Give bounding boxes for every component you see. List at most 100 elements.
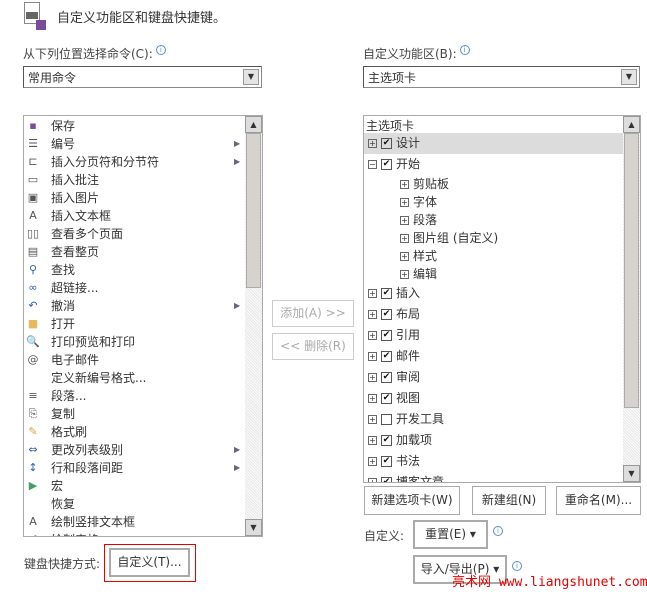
tree-tab-item[interactable]: + 开发工具 [364, 409, 623, 430]
command-item[interactable]: ▭ 插入批注 [24, 171, 246, 189]
expand-icon[interactable]: + [368, 415, 377, 424]
tree-tab-item[interactable]: + ✔ 邮件 [364, 346, 623, 367]
checkbox[interactable]: ✔ [381, 138, 392, 149]
command-item[interactable]: ▯▯ 查看多个页面 [24, 225, 246, 243]
expand-icon[interactable]: + [400, 234, 409, 243]
tree-tab-item[interactable]: + ✔ 引用 [364, 325, 623, 346]
expand-icon[interactable]: + [368, 139, 377, 148]
command-item[interactable]: ↕ 行和段落间距 ▶ [24, 459, 246, 477]
collapse-icon[interactable]: − [368, 160, 377, 169]
expand-icon[interactable]: + [400, 270, 409, 279]
tree-item-label: 编辑 [413, 267, 438, 281]
checkbox[interactable]: ✔ [381, 435, 392, 446]
expand-icon[interactable]: + [368, 373, 377, 382]
checkbox[interactable]: ✔ [381, 351, 392, 362]
command-item[interactable]: ▣ 插入图片 [24, 189, 246, 207]
command-item[interactable]: ▶ 宏 [24, 477, 246, 495]
add-button[interactable]: 添加(A) >> [272, 300, 354, 327]
ribbon-tree[interactable]: 主选项卡 ▲ ▼ + ✔ 设计 − ✔ 开始 + 剪贴板 + 字体 + 段落 + 图片组 (自定义) + 样式… [363, 115, 641, 483]
new-group-button[interactable]: 新建组(N) [472, 486, 546, 515]
tree-group-item[interactable]: + 图片组 (自定义) [364, 229, 623, 247]
checkbox[interactable]: ✔ [381, 288, 392, 299]
command-item[interactable]: A 绘制竖排文本框 [24, 513, 246, 531]
expand-icon[interactable]: + [368, 457, 377, 466]
tree-item-label: 样式 [413, 249, 438, 263]
checkbox[interactable] [381, 414, 392, 425]
chevron-down-icon[interactable]: ▼ [621, 69, 637, 85]
save-icon: ▪ [29, 119, 37, 132]
keyboard-customize-button[interactable]: 自定义(T)... [109, 548, 190, 577]
tree-group-item[interactable]: + 段落 [364, 211, 623, 229]
command-item[interactable]: ↶ 撤消 ▶ [24, 297, 246, 315]
commands-source-dropdown[interactable]: 常用命令 ▼ [23, 66, 262, 88]
dropdown-value: 主选项卡 [368, 71, 417, 85]
expand-icon[interactable]: + [368, 352, 377, 361]
command-item[interactable]: ⎘ 复制 [24, 405, 246, 423]
checkbox[interactable]: ✔ [381, 456, 392, 467]
expand-icon[interactable]: + [368, 478, 377, 482]
tree-group-item[interactable]: + 样式 [364, 247, 623, 265]
command-item[interactable]: @ 电子邮件 [24, 351, 246, 369]
scroll-up-icon[interactable]: ▲ [623, 116, 640, 133]
command-item[interactable]: ∞ 超链接... [24, 279, 246, 297]
scroll-down-icon[interactable]: ▼ [623, 465, 640, 482]
expand-icon[interactable]: + [400, 252, 409, 261]
expand-icon[interactable]: + [368, 436, 377, 445]
reset-button[interactable]: 重置(E) ▾ [413, 520, 488, 549]
scrollbar[interactable]: ▲ ▼ [623, 116, 640, 482]
rename-button[interactable]: 重命名(M)... [556, 486, 641, 515]
tree-tab-item[interactable]: + ✔ 布局 [364, 304, 623, 325]
command-item[interactable]: ⊏ 插入分页符和分节符 ▶ [24, 153, 246, 171]
checkbox[interactable]: ✔ [381, 477, 392, 482]
command-label: 宏 [51, 479, 64, 493]
command-item[interactable]: ≡ 段落... [24, 387, 246, 405]
expand-icon[interactable]: + [400, 216, 409, 225]
tree-tab-item[interactable]: − ✔ 开始 [364, 154, 623, 175]
tree-tab-item[interactable]: + ✔ 博客文章 [364, 472, 623, 482]
scroll-thumb[interactable] [624, 133, 639, 408]
expand-icon[interactable]: + [400, 198, 409, 207]
tree-group-item[interactable]: + 编辑 [364, 265, 623, 283]
tree-tab-item[interactable]: + ✔ 审阅 [364, 367, 623, 388]
tree-tab-item[interactable]: + ✔ 加载项 [364, 430, 623, 451]
tree-tab-item[interactable]: + ✔ 书法 [364, 451, 623, 472]
command-item[interactable]: A 插入文本框 [24, 207, 246, 225]
scroll-up-icon[interactable]: ▲ [245, 116, 262, 133]
expand-icon[interactable]: + [368, 331, 377, 340]
expand-icon[interactable]: + [368, 289, 377, 298]
command-item[interactable]: 🔍 打印预览和打印 [24, 333, 246, 351]
ribbon-dropdown[interactable]: 主选项卡 ▼ [363, 66, 640, 88]
checkbox[interactable]: ✔ [381, 159, 392, 170]
expand-icon[interactable]: + [368, 394, 377, 403]
command-item[interactable]: ■ 打开 [24, 315, 246, 333]
tree-group-item[interactable]: + 剪贴板 [364, 175, 623, 193]
command-item[interactable]: ⇔ 更改列表级别 ▶ [24, 441, 246, 459]
commands-list[interactable]: ▲ ▼ ▪ 保存 ☰ 编号 ▶ ⊏ 插入分页符和分节符 ▶ ▭ 插入批注 ▣ 插入图片 A 插入文本框 ▯▯… [23, 115, 263, 537]
checkbox[interactable]: ✔ [381, 393, 392, 404]
command-item[interactable]: ▪ 保存 [24, 117, 246, 135]
new-tab-button[interactable]: 新建选项卡(W) [364, 486, 460, 515]
command-item[interactable]: ▤ 查看整页 [24, 243, 246, 261]
command-item[interactable]: ✐ 绘制表格 [24, 531, 246, 536]
scroll-down-icon[interactable]: ▼ [245, 519, 262, 536]
tree-tab-item[interactable]: + ✔ 插入 [364, 283, 623, 304]
command-item[interactable]: 定义新编号格式... [24, 369, 246, 387]
expand-icon[interactable]: + [400, 180, 409, 189]
command-item[interactable]: 恢复 [24, 495, 246, 513]
checkbox[interactable]: ✔ [381, 372, 392, 383]
expand-icon[interactable]: + [368, 310, 377, 319]
command-item[interactable]: ✎ 格式刷 [24, 423, 246, 441]
checkbox[interactable]: ✔ [381, 330, 392, 341]
ribbon-label: 自定义功能区(B): i [363, 45, 470, 62]
remove-button[interactable]: << 删除(R) [272, 333, 354, 360]
scrollbar[interactable]: ▲ ▼ [245, 116, 262, 536]
checkbox[interactable]: ✔ [381, 309, 392, 320]
tree-tab-item[interactable]: + ✔ 视图 [364, 388, 623, 409]
tree-tab-item[interactable]: + ✔ 设计 [364, 133, 623, 154]
scroll-thumb[interactable] [246, 133, 261, 288]
tree-group-item[interactable]: + 字体 [364, 193, 623, 211]
chevron-down-icon[interactable]: ▼ [243, 69, 259, 85]
command-item[interactable]: ⚲ 查找 [24, 261, 246, 279]
commands-source-label: 从下列位置选择命令(C): i [23, 45, 166, 62]
command-item[interactable]: ☰ 编号 ▶ [24, 135, 246, 153]
